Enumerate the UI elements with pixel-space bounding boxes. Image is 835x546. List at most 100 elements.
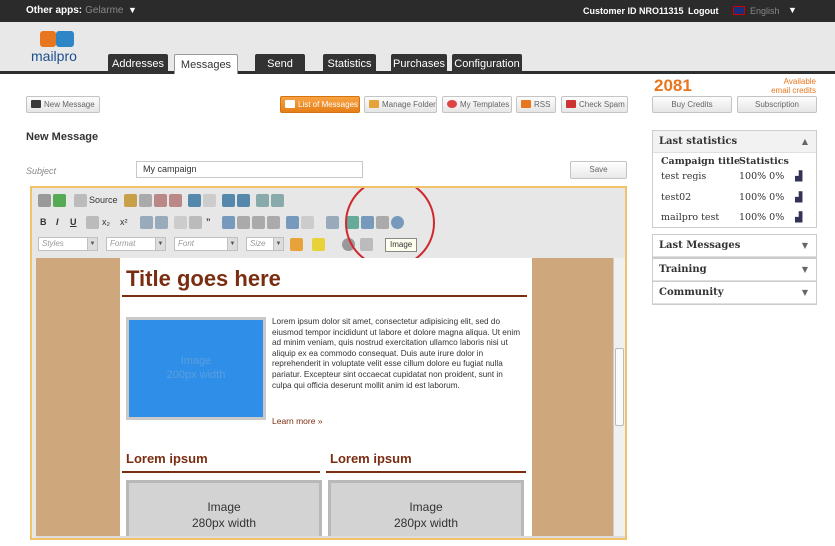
- source-button[interactable]: Source: [89, 195, 118, 205]
- last-messages-header[interactable]: Last Messages ▼: [653, 235, 816, 257]
- strike-icon[interactable]: [86, 216, 99, 229]
- manage-folder-label: Manage Folder: [382, 100, 436, 109]
- stat-row-title[interactable]: mailpro test: [661, 212, 719, 223]
- font-select[interactable]: Font ▼: [174, 237, 238, 251]
- unlink-icon[interactable]: [301, 216, 314, 229]
- cut-icon[interactable]: [124, 194, 137, 207]
- tab-addresses[interactable]: Addresses: [108, 54, 168, 74]
- my-templates-button[interactable]: My Templates: [442, 96, 512, 113]
- chevron-up-icon[interactable]: ▲: [802, 131, 808, 153]
- align-left-icon[interactable]: [222, 216, 235, 229]
- rss-button[interactable]: RSS: [516, 96, 556, 113]
- chevron-down-icon: ▼: [87, 238, 97, 250]
- paste-icon[interactable]: [154, 194, 167, 207]
- list-of-messages-button[interactable]: List of Messages: [280, 96, 360, 113]
- editor-status-bar: [36, 536, 625, 538]
- outdent-icon[interactable]: [174, 216, 187, 229]
- subject-input[interactable]: My campaign: [136, 161, 363, 178]
- last-messages-panel[interactable]: Last Messages ▼: [652, 234, 817, 258]
- size-select[interactable]: Size ▼: [246, 237, 284, 251]
- other-apps-value[interactable]: Gelarme: [85, 5, 123, 16]
- community-title: Community: [659, 287, 724, 298]
- format-select[interactable]: Format ▼: [106, 237, 166, 251]
- column-heading-right[interactable]: Lorem ipsum: [330, 451, 412, 466]
- size-label: Size: [250, 239, 266, 248]
- blockquote-icon[interactable]: ”: [206, 217, 211, 227]
- manage-folder-button[interactable]: Manage Folder: [364, 96, 437, 113]
- chart-icon[interactable]: ▟: [795, 212, 802, 223]
- editor-content-area[interactable]: Title goes here Image 200px width Lorem i…: [36, 258, 616, 536]
- indent-icon[interactable]: [189, 216, 202, 229]
- numbered-list-icon[interactable]: [140, 216, 153, 229]
- styles-select[interactable]: Styles ▼: [38, 237, 98, 251]
- subscript-icon[interactable]: x₂: [102, 217, 110, 227]
- justify-icon[interactable]: [267, 216, 280, 229]
- training-header[interactable]: Training ▼: [653, 259, 816, 281]
- anchor-icon[interactable]: [326, 216, 339, 229]
- image-placeholder-left[interactable]: Image 280px width: [126, 480, 322, 536]
- body-paragraph[interactable]: Lorem ipsum dolor sit amet, consectetur …: [272, 317, 524, 391]
- new-message-button[interactable]: New Message: [26, 96, 100, 113]
- image-placeholder-right[interactable]: Image 280px width: [328, 480, 524, 536]
- tab-statistics[interactable]: Statistics: [323, 54, 376, 74]
- language-selector[interactable]: English: [750, 6, 780, 16]
- other-apps[interactable]: Other apps: Gelarme: [26, 5, 123, 16]
- tab-messages[interactable]: Messages: [174, 54, 238, 74]
- background-color-icon[interactable]: [312, 238, 325, 251]
- col-campaign-title: Campaign title: [661, 156, 741, 167]
- community-header[interactable]: Community ▼: [653, 282, 816, 304]
- image-width-label: 200px width: [166, 369, 226, 381]
- tab-purchases[interactable]: Purchases: [391, 54, 447, 74]
- check-spam-button[interactable]: Check Spam: [561, 96, 628, 113]
- logout-link[interactable]: Logout: [688, 6, 719, 16]
- source-icon[interactable]: [74, 194, 87, 207]
- credits-label: Available email credits: [771, 77, 816, 95]
- chevron-down-icon[interactable]: ▼: [802, 259, 808, 281]
- buy-credits-button[interactable]: Buy Credits: [652, 96, 732, 113]
- chart-icon[interactable]: ▟: [795, 171, 802, 182]
- image-placeholder-large[interactable]: Image 200px width: [126, 317, 266, 420]
- link-icon[interactable]: [286, 216, 299, 229]
- chevron-down-icon[interactable]: ▼: [788, 5, 797, 15]
- envelope-icon: [31, 100, 41, 108]
- tab-configuration[interactable]: Configuration: [452, 54, 522, 74]
- bold-icon[interactable]: B: [40, 217, 47, 227]
- underline-icon[interactable]: U: [70, 217, 77, 227]
- save-button[interactable]: Save: [570, 161, 627, 179]
- last-statistics-header[interactable]: Last statistics ▲: [653, 131, 816, 153]
- scrollbar-thumb[interactable]: [615, 348, 624, 426]
- eraser-icon[interactable]: [271, 194, 284, 207]
- stat-row-title[interactable]: test regis: [661, 171, 706, 182]
- text-color-icon[interactable]: [290, 238, 303, 251]
- undo-arrow-icon[interactable]: [188, 194, 201, 207]
- chevron-down-icon[interactable]: ▼: [802, 235, 808, 257]
- uk-flag-icon: [733, 6, 745, 15]
- editor-scrollbar[interactable]: [613, 258, 625, 536]
- stat-row-title[interactable]: test02: [661, 192, 691, 203]
- copy-icon[interactable]: [139, 194, 152, 207]
- chevron-down-icon[interactable]: ▼: [802, 282, 808, 304]
- credits-count: 2081: [654, 76, 692, 95]
- list-icon: [285, 100, 295, 108]
- find-icon[interactable]: [222, 194, 235, 207]
- bullet-list-icon[interactable]: [155, 216, 168, 229]
- newsletter-title[interactable]: Title goes here: [126, 266, 281, 292]
- align-right-icon[interactable]: [252, 216, 265, 229]
- chevron-down-icon[interactable]: ▼: [128, 5, 137, 15]
- community-panel[interactable]: Community ▼: [652, 281, 817, 305]
- italic-icon[interactable]: I: [56, 217, 59, 227]
- subscription-button[interactable]: Subscription: [737, 96, 817, 113]
- superscript-icon[interactable]: x²: [120, 217, 128, 227]
- column-heading-left[interactable]: Lorem ipsum: [126, 451, 208, 466]
- align-center-icon[interactable]: [237, 216, 250, 229]
- select-all-icon[interactable]: [256, 194, 269, 207]
- tab-send[interactable]: Send: [255, 54, 305, 74]
- undo-icon[interactable]: [38, 194, 51, 207]
- learn-more-link[interactable]: Learn more »: [272, 416, 323, 426]
- training-panel[interactable]: Training ▼: [652, 258, 817, 282]
- paste-text-icon[interactable]: [169, 194, 182, 207]
- chart-icon[interactable]: ▟: [795, 192, 802, 203]
- add-icon[interactable]: [53, 194, 66, 207]
- redo-arrow-icon[interactable]: [203, 194, 216, 207]
- replace-icon[interactable]: [237, 194, 250, 207]
